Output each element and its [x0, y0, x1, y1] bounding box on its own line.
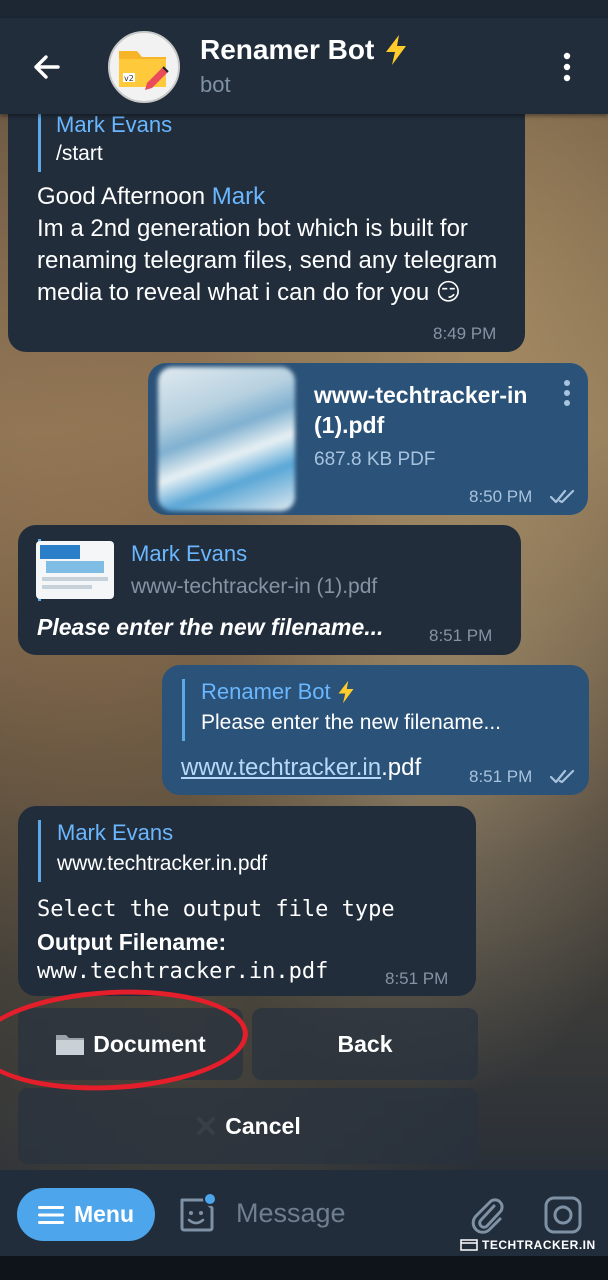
message-welcome[interactable]: Mark Evans /start Good Afternoon Mark Im… — [8, 114, 525, 352]
notification-dot — [203, 1192, 217, 1206]
quote-author: Mark Evans — [131, 541, 248, 566]
camera-icon[interactable] — [543, 1196, 583, 1234]
message-input[interactable]: Message — [236, 1198, 346, 1229]
file-options-icon[interactable] — [559, 378, 575, 408]
chat-title[interactable]: Renamer Bot — [200, 34, 408, 66]
chat-header: v2 Renamer Bot bot — [0, 18, 608, 114]
double-check-icon — [550, 489, 575, 504]
message-line-2: Output Filename: — [37, 929, 227, 955]
menu-button[interactable]: Menu — [17, 1188, 155, 1241]
filename-link[interactable]: www.techtracker.in — [181, 754, 381, 781]
svg-text:v2: v2 — [124, 74, 134, 83]
quote-text: Please enter the new filename... — [201, 711, 502, 734]
status-bar — [0, 0, 608, 18]
file-thumbnail-small — [36, 541, 114, 599]
browser-logo-icon — [460, 1239, 478, 1251]
message-time: 8:51 PM — [469, 767, 533, 786]
message-text: www.techtracker.in.pdf — [181, 752, 421, 784]
filename-ext: .pdf — [381, 754, 422, 781]
quote-author: Renamer Bot — [201, 679, 331, 704]
welcome-body: Im a 2nd generation bot which is built f… — [37, 215, 498, 306]
back-button[interactable]: Back — [252, 1008, 478, 1080]
message-line-1: Select the output file type — [37, 897, 395, 922]
message-output-type[interactable]: Mark Evans www.techtracker.in.pdf Select… — [18, 806, 476, 996]
smirk-emoji: 😏 — [435, 279, 461, 306]
quote-author: Mark Evans — [56, 114, 173, 137]
reply-quote[interactable]: Renamer Bot Please enter the new filenam… — [182, 679, 572, 741]
attach-icon[interactable] — [470, 1196, 504, 1234]
back-arrow-icon[interactable] — [28, 48, 66, 86]
file-size: 687.8 KB PDF — [314, 449, 436, 470]
quote-text: /start — [56, 142, 103, 165]
back-button-label: Back — [337, 1030, 393, 1057]
cross-icon — [197, 1117, 216, 1135]
cancel-button-label: Cancel — [225, 1112, 301, 1139]
cancel-button[interactable]: Cancel — [18, 1088, 478, 1164]
quote-text: www-techtracker-in (1).pdf — [131, 575, 378, 598]
folder-pencil-icon: v2 — [119, 51, 169, 90]
chat-subtitle: bot — [200, 72, 231, 97]
file-thumbnail[interactable] — [158, 367, 295, 511]
bot-avatar[interactable]: v2 — [108, 31, 180, 103]
lightning-bolt-icon — [386, 35, 407, 65]
watermark: TECHTRACKER.IN — [460, 1238, 596, 1252]
quote-text: www.techtracker.in.pdf — [57, 852, 268, 875]
message-time: 8:50 PM — [469, 487, 533, 506]
reply-quote[interactable]: Mark Evans www.techtracker.in.pdf — [38, 820, 458, 882]
watermark-text: TECHTRACKER.IN — [482, 1238, 596, 1252]
double-check-icon — [550, 769, 575, 784]
message-new-filename[interactable]: Renamer Bot Please enter the new filenam… — [162, 665, 589, 795]
message-time: 8:51 PM — [385, 969, 449, 988]
file-name[interactable]: www-techtracker-in (1).pdf — [314, 380, 544, 440]
menu-button-label: Menu — [73, 1201, 135, 1227]
reply-quote[interactable]: Mark Evans /start — [38, 114, 338, 172]
quote-author: Mark Evans — [57, 820, 174, 845]
lightning-bolt-icon — [338, 680, 354, 704]
message-time: 8:51 PM — [429, 626, 493, 645]
message-time: 8:49 PM — [433, 324, 497, 343]
navigation-bar — [0, 1256, 608, 1280]
greeting-name: Mark — [211, 183, 266, 210]
message-text: Please enter the new filename... — [37, 614, 384, 640]
hamburger-icon — [37, 1205, 64, 1224]
chat-title-text: Renamer Bot — [200, 34, 375, 65]
message-line-3: www.techtracker.in.pdf — [37, 959, 329, 984]
greeting-text: Good Afternoon — [37, 183, 212, 210]
more-options-icon[interactable] — [556, 51, 578, 83]
message-text: Good Afternoon Mark Im a 2nd generation … — [37, 181, 515, 309]
